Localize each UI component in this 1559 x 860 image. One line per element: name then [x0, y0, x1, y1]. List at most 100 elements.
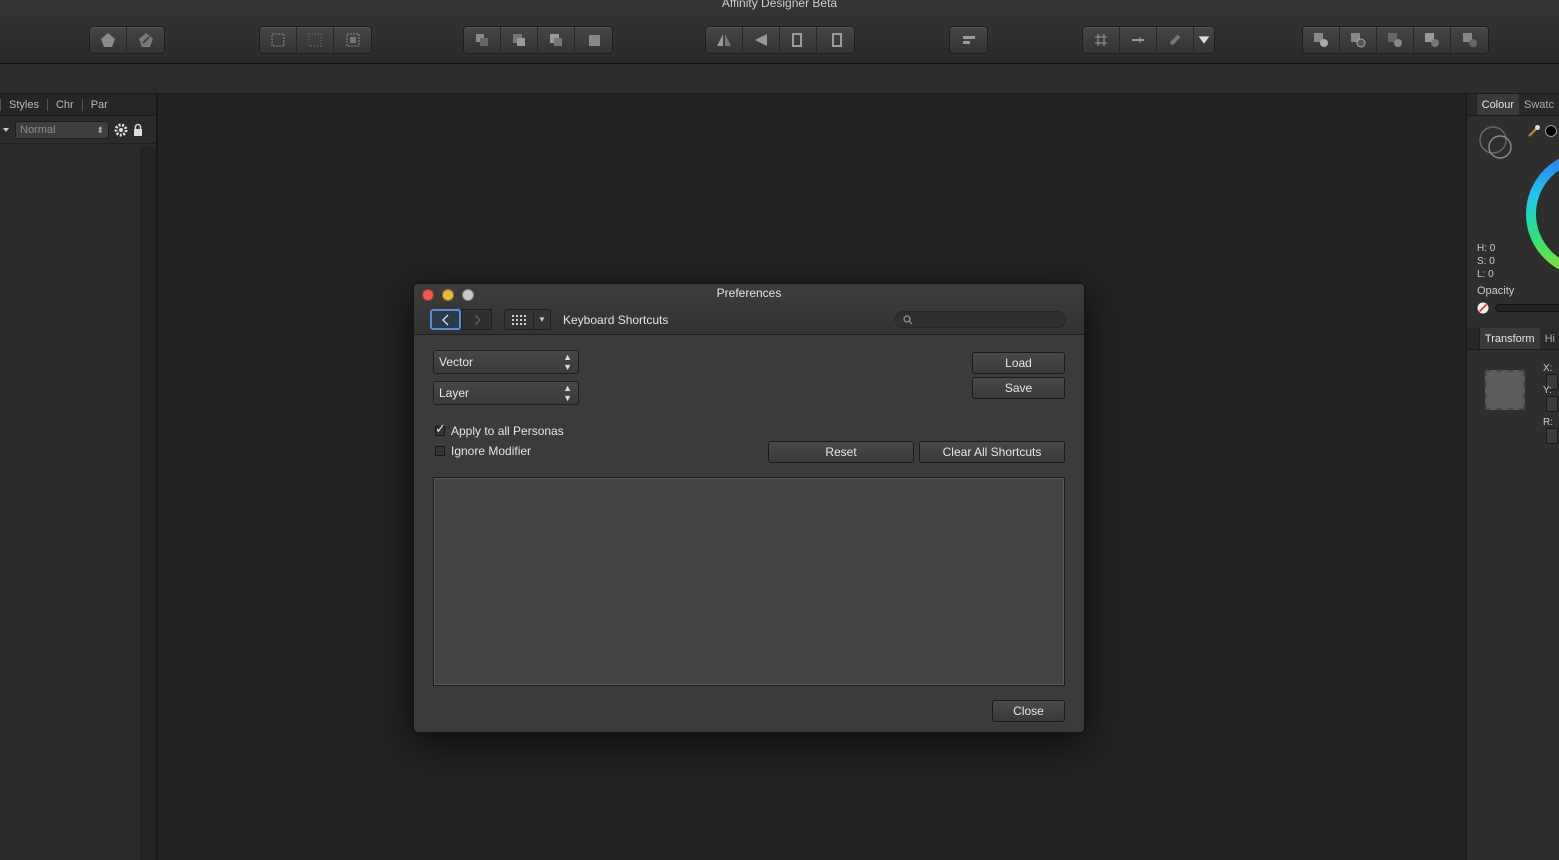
chevron-left-icon [441, 314, 448, 325]
opacity-label: Opacity [1477, 285, 1515, 297]
eyedropper-icon[interactable] [1527, 124, 1541, 138]
fill-stroke-icon[interactable] [1477, 124, 1517, 164]
gear-icon[interactable] [114, 123, 128, 137]
show-all-button[interactable]: ▼ [504, 309, 551, 330]
lightness-value: L: 0 [1477, 269, 1494, 280]
boolean-xor-icon[interactable] [1414, 27, 1451, 53]
app-title: Affinity Designer Beta [721, 0, 838, 10]
grid-icon [505, 310, 534, 329]
load-button[interactable]: Load [972, 352, 1065, 374]
rotate-left-icon[interactable] [780, 27, 817, 53]
back-button[interactable] [430, 309, 461, 330]
hsl-readout: H: 0 S: 0 L: 0 [1477, 242, 1495, 281]
hue-value: H: 0 [1477, 243, 1496, 254]
dialog-header: Preferences ▼ Keyboard Shortcuts [414, 284, 1084, 335]
opacity-slider[interactable] [1495, 304, 1559, 312]
tab-swatches[interactable]: Swatc [1519, 94, 1559, 115]
shortcut-list[interactable] [433, 477, 1065, 686]
boolean-subtract-icon[interactable] [1340, 27, 1377, 53]
snapping-group [1082, 26, 1215, 54]
search-field[interactable] [895, 311, 1066, 328]
category-select[interactable]: Layer ▲ ▼ [433, 381, 579, 405]
apply-all-personas-checkbox[interactable] [435, 421, 446, 437]
align-icon[interactable] [950, 27, 987, 53]
transform-panel-tabs: Transform Hi [1467, 328, 1559, 350]
y-field-label[interactable]: Y: [1543, 385, 1559, 412]
snapping-icon[interactable] [1083, 27, 1120, 53]
left-panel: Styles Chr Par Normal [0, 94, 157, 860]
updown-arrows-icon: ▲ ▼ [563, 352, 572, 372]
context-toolbar [0, 64, 1559, 94]
dialog-title: Preferences [716, 286, 782, 300]
flip-vertical-icon[interactable] [743, 27, 780, 53]
colour-swatch[interactable] [1545, 125, 1557, 137]
persona-export-icon[interactable] [127, 27, 164, 53]
select-all-icon[interactable] [260, 27, 297, 53]
ignore-modifier-checkbox[interactable] [435, 446, 445, 456]
transform-panel: Transform Hi [1467, 328, 1559, 350]
persona-group [89, 26, 165, 54]
flip-horizontal-icon[interactable] [706, 27, 743, 53]
arrange-group [463, 26, 613, 54]
align-group [949, 26, 988, 54]
app-toolbar: Affinity Designer Beta [0, 0, 1559, 64]
selection-group [259, 26, 372, 54]
history-nav [430, 309, 492, 330]
boolean-group [1302, 26, 1489, 54]
right-panel: Colour Swatc H: 0 S: 0 L: 0 Opacity Tran… [1466, 94, 1559, 860]
chevron-right-icon [474, 314, 481, 325]
panel-grip[interactable] [1467, 328, 1480, 349]
tab-paragraph[interactable]: Par [81, 98, 116, 111]
colour-panel-tabs: Colour Swatc [1467, 94, 1559, 116]
tab-styles[interactable]: Styles [0, 98, 47, 111]
ignore-modifier-row[interactable]: Ignore Modifier [435, 444, 531, 458]
rotation-field-label[interactable]: R: [1543, 417, 1559, 444]
move-to-front-icon[interactable] [575, 27, 612, 53]
close-button[interactable]: Close [992, 700, 1065, 722]
magnet-icon[interactable] [1157, 27, 1194, 53]
save-button[interactable]: Save [972, 377, 1065, 399]
no-fill-icon[interactable] [1477, 302, 1489, 314]
tab-history[interactable]: Hi [1540, 328, 1559, 349]
saturation-value: S: 0 [1477, 256, 1495, 267]
lock-icon[interactable] [133, 123, 143, 137]
apply-all-personas-row[interactable]: Apply to all Personas [435, 421, 564, 438]
invert-selection-icon[interactable] [334, 27, 371, 53]
boolean-add-icon[interactable] [1303, 27, 1340, 53]
preferences-dialog: Preferences ▼ Keyboard Shortcuts Vector … [413, 283, 1085, 733]
colour-wheel[interactable] [1523, 146, 1559, 276]
tab-character[interactable]: Chr [46, 98, 82, 111]
search-input[interactable] [918, 312, 1058, 327]
boolean-divide-icon[interactable] [1451, 27, 1488, 53]
layer-options-row: Normal [0, 116, 156, 144]
chevron-down-icon[interactable] [2, 126, 10, 134]
left-panel-tabs: Styles Chr Par [0, 94, 156, 116]
deselect-icon[interactable] [297, 27, 334, 53]
forward-button[interactable] [461, 309, 492, 330]
blend-mode-select[interactable]: Normal [15, 120, 109, 139]
transform-group [705, 26, 855, 54]
tab-colour[interactable]: Colour [1476, 94, 1520, 115]
anchor-point-selector[interactable] [1485, 370, 1525, 410]
move-back-one-icon[interactable] [501, 27, 538, 53]
updown-arrows-icon: ▲ ▼ [563, 383, 572, 403]
move-forward-one-icon[interactable] [538, 27, 575, 53]
ignore-modifier-label: Ignore Modifier [451, 444, 532, 458]
reset-button[interactable]: Reset [768, 441, 914, 463]
chevron-down-icon: ▼ [538, 315, 546, 324]
dropdown-icon[interactable] [1194, 27, 1214, 53]
snap-options-icon[interactable] [1120, 27, 1157, 53]
left-panel-scrollbar[interactable] [140, 146, 156, 860]
rotate-right-icon[interactable] [817, 27, 854, 53]
boolean-intersect-icon[interactable] [1377, 27, 1414, 53]
panel-grip[interactable] [1467, 94, 1477, 115]
clear-all-shortcuts-button[interactable]: Clear All Shortcuts [919, 441, 1065, 463]
persona-select-value: Vector [439, 355, 474, 369]
search-icon [903, 315, 913, 325]
persona-designer-icon[interactable] [90, 27, 127, 53]
tab-transform[interactable]: Transform [1479, 328, 1540, 349]
category-select-value: Layer [439, 386, 470, 400]
persona-select[interactable]: Vector ▲ ▼ [433, 350, 579, 374]
section-title: Keyboard Shortcuts [563, 313, 669, 327]
move-to-back-icon[interactable] [464, 27, 501, 53]
